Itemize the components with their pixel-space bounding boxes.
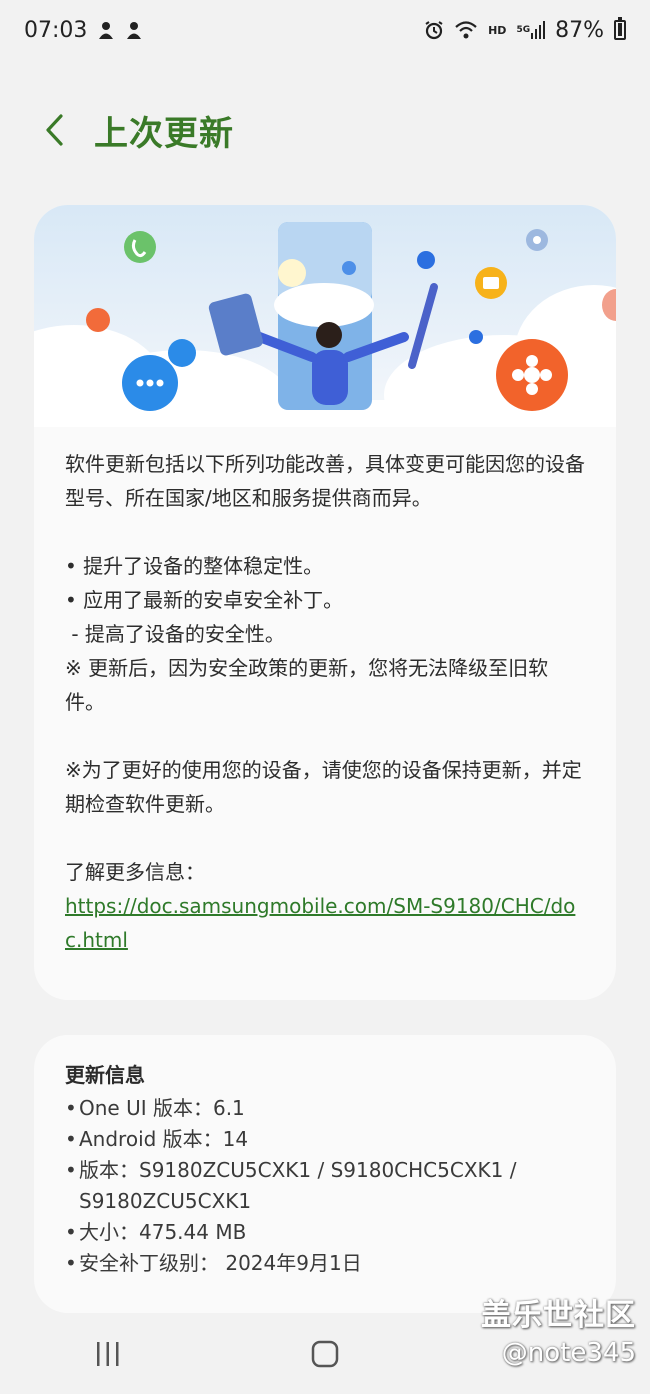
update-info-item: • Android 版本：14 — [65, 1124, 585, 1155]
status-time: 07:03 — [24, 17, 88, 43]
page-title: 上次更新 — [94, 113, 234, 154]
alarm-icon — [424, 20, 444, 40]
learn-more-link[interactable]: https://doc.samsungmobile.com/SM-S9180/C… — [65, 894, 575, 952]
recent-apps-icon — [97, 1342, 119, 1366]
update-info-item: • 安全补丁级别： 2024年9月1日 — [65, 1248, 585, 1279]
update-info-item: • 版本：S9180ZCU5CXK1 / S9180CHC5CXK1 / S918… — [65, 1155, 585, 1217]
update-info-title: 更新信息 — [65, 1063, 145, 1087]
page-header: 上次更新 — [36, 100, 614, 160]
wifi-icon — [454, 20, 478, 40]
battery-icon — [614, 17, 626, 40]
notification-app-icon — [97, 20, 115, 40]
update-info-item: • 大小：475.44 MB — [65, 1217, 585, 1248]
status-bar: 07:03 HD 5G 87% — [0, 0, 650, 60]
release-notes-card: 软件更新包括以下所列功能改善，具体变更可能因您的设备型号、所在国家/地区和服务提… — [34, 205, 616, 1000]
release-notes-intro: 软件更新包括以下所列功能改善，具体变更可能因您的设备型号、所在国家/地区和服务提… — [65, 452, 585, 510]
release-notes-item: • 提升了设备的整体稳定性。 — [65, 554, 324, 578]
watermark-community: 盖乐世社区 — [481, 1298, 636, 1333]
update-info-build: 版本：S9180ZCU5CXK1 / S9180CHC5CXK1 / S9180… — [79, 1158, 517, 1213]
release-notes-note: ※为了更好的使用您的设备，请使您的设备保持更新，并定期检查软件更新。 — [65, 758, 582, 816]
watermark-user: @note345 — [501, 1338, 636, 1368]
learn-more-label: 了解更多信息： — [65, 860, 205, 884]
chevron-left-icon — [46, 114, 63, 146]
hd-indicator: HD — [488, 23, 507, 37]
release-notes-item: • 应用了最新的安卓安全补丁。 — [65, 588, 344, 612]
signal-icon: 5G — [516, 21, 546, 39]
home-button[interactable] — [285, 1324, 365, 1384]
release-notes-text: 软件更新包括以下所列功能改善，具体变更可能因您的设备型号、所在国家/地区和服务提… — [34, 427, 616, 957]
update-info-card: 更新信息 • One UI 版本：6.1 • Android 版本：14 • 版本：S… — [34, 1035, 616, 1313]
battery-percent: 87% — [555, 17, 604, 43]
hero-illustration — [34, 205, 616, 427]
notification-app-icon-2 — [125, 20, 143, 40]
update-info-size: 大小：475.44 MB — [79, 1220, 247, 1244]
release-notes-item: - 提高了设备的安全性。 — [65, 622, 285, 646]
update-info-list: • One UI 版本：6.1 • Android 版本：14 • 版本：S9180Z… — [34, 1079, 616, 1279]
update-info-android: Android 版本：14 — [79, 1127, 249, 1151]
release-notes-item: ※ 更新后，因为安全政策的更新，您将无法降级至旧软件。 — [65, 656, 549, 714]
update-info-one-ui: One UI 版本：6.1 — [79, 1096, 245, 1120]
update-info-item: • One UI 版本：6.1 — [65, 1093, 585, 1124]
home-icon — [311, 1340, 339, 1368]
back-button[interactable] — [36, 105, 72, 155]
recent-apps-button[interactable] — [68, 1324, 148, 1384]
update-info-security-patch: 安全补丁级别： 2024年9月1日 — [79, 1251, 362, 1275]
status-right: HD 5G 87% — [424, 17, 626, 43]
status-left: 07:03 — [24, 18, 143, 43]
5g-indicator: 5G — [516, 25, 531, 35]
